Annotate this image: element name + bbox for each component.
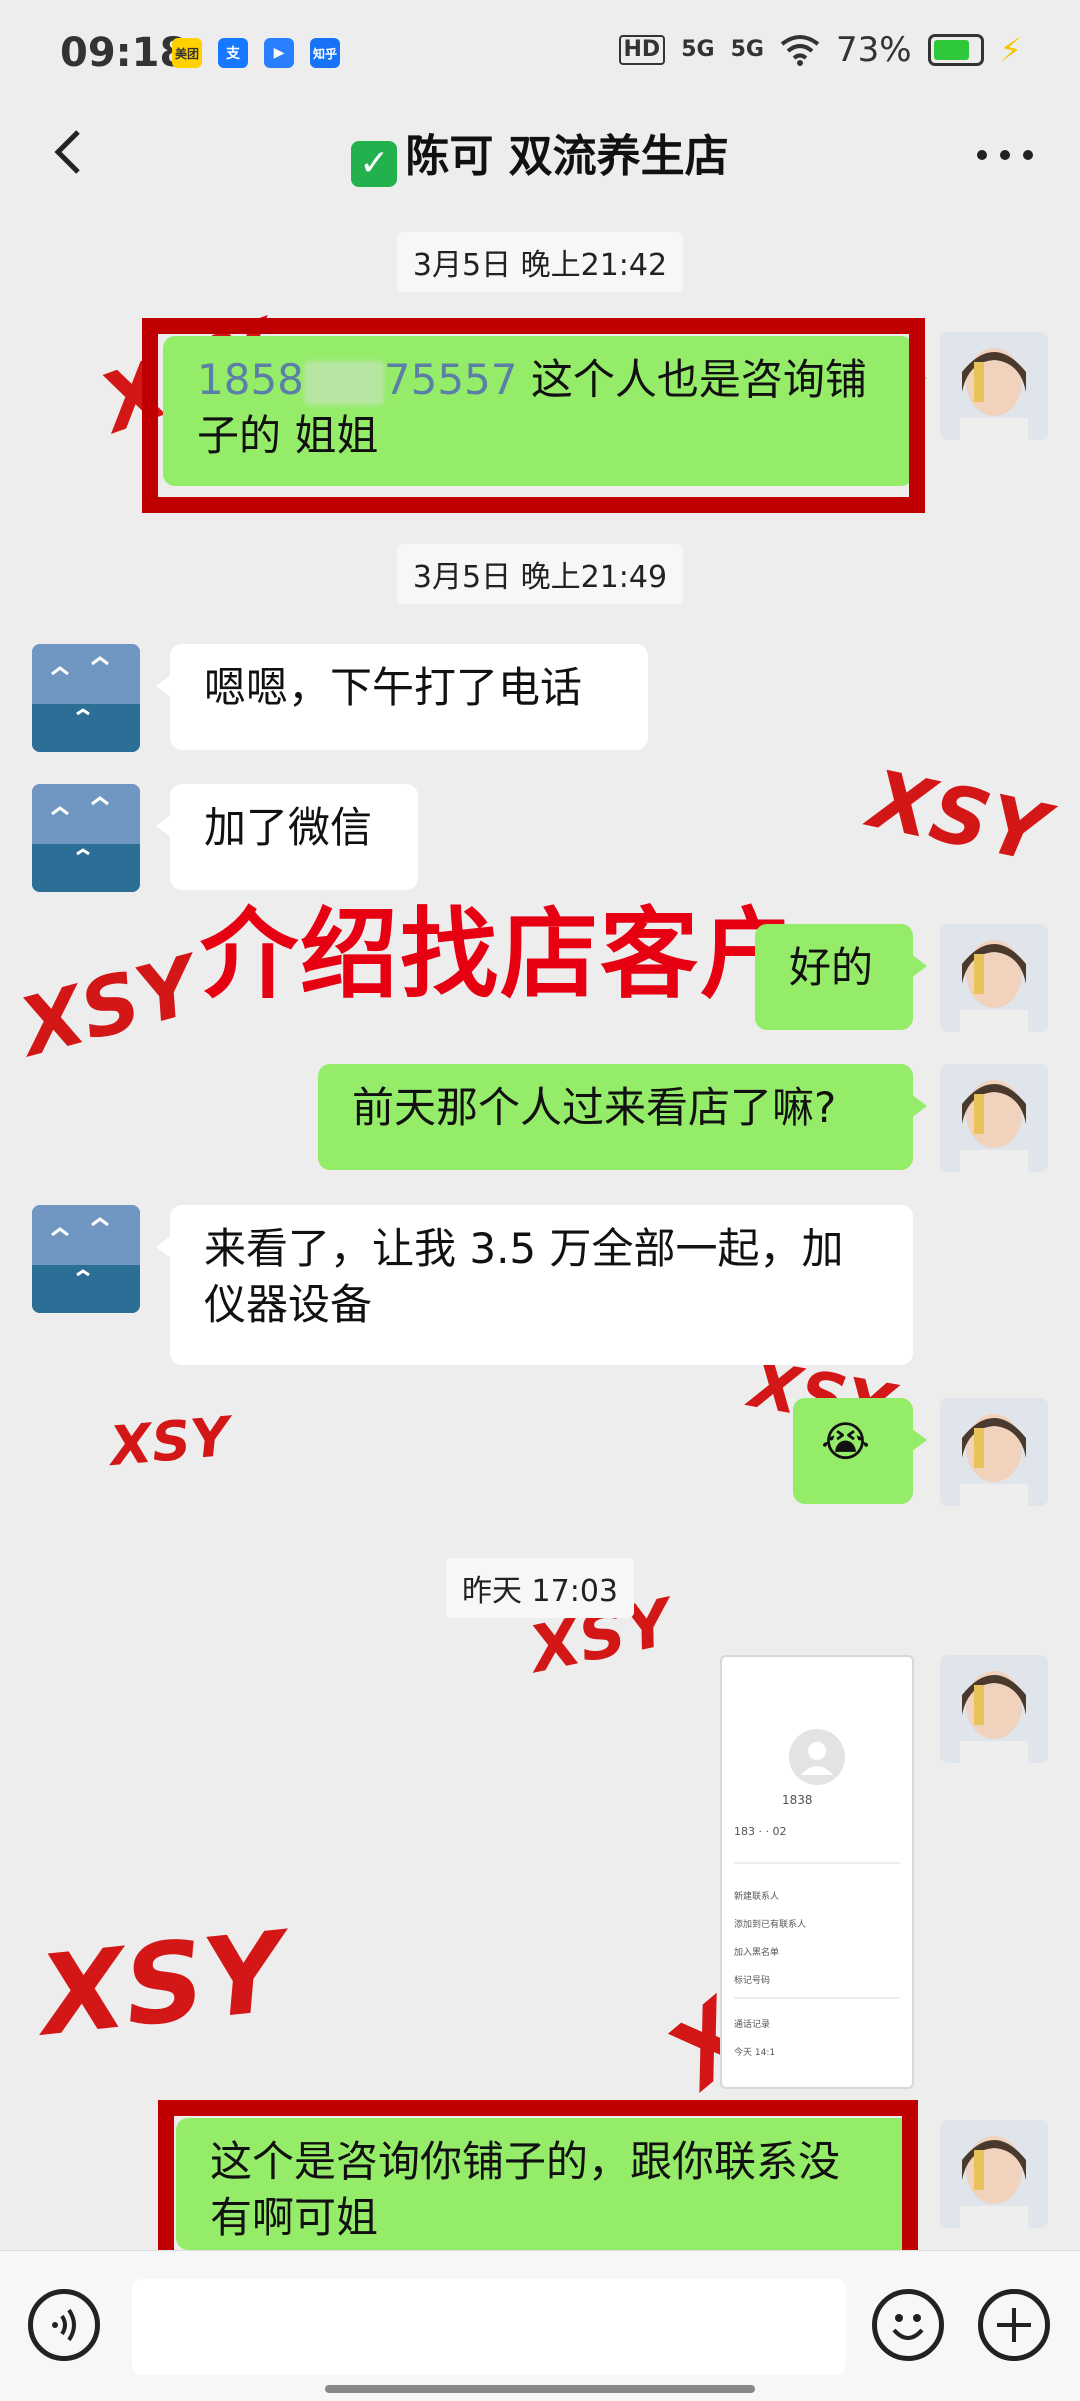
- avatar-portrait-icon: [940, 1064, 1048, 1172]
- watermark: XSY: [10, 938, 207, 1075]
- timestamp: 3月5日 晚上21:42: [396, 232, 684, 292]
- emoji-icon: [892, 2314, 924, 2340]
- watermark: XSY: [107, 1404, 233, 1479]
- wifi-icon: [780, 35, 820, 66]
- avatar-portrait-icon: [940, 2120, 1048, 2228]
- screenshot-menu-item: 标记号码: [734, 1976, 771, 1986]
- plus-icon: [997, 2308, 1031, 2342]
- meituan-icon: 美团: [172, 38, 202, 68]
- avatar-me[interactable]: [940, 332, 1048, 440]
- message-bubble[interactable]: 前天那个人过来看店了嘛?: [318, 1064, 927, 1170]
- emoji-message[interactable]: 😭: [793, 1398, 927, 1504]
- signal-5g-icon-2: 5G: [730, 37, 764, 62]
- avatar-portrait-icon: [940, 332, 1048, 440]
- zhihu-icon: 知乎: [310, 38, 340, 68]
- status-bar: 09:18 美团 支 ▶ 知乎 HD 5G 5G 73% ⚡: [0, 0, 1080, 100]
- message-bubble[interactable]: 好的: [755, 924, 927, 1030]
- avatar-other[interactable]: [32, 784, 140, 892]
- screenshot-menu-item: 加入黑名单: [734, 1948, 780, 1958]
- hd-icon: HD: [618, 35, 666, 65]
- voice-icon: [52, 2308, 76, 2342]
- screenshot-number: 1838: [782, 1793, 813, 1807]
- charging-icon: ⚡: [999, 31, 1022, 69]
- check-icon: ✓: [351, 141, 398, 187]
- screenshot-menu-item: 添加到已有联系人: [734, 1920, 807, 1930]
- battery-fill: [933, 40, 969, 60]
- avatar-me[interactable]: [940, 2120, 1048, 2228]
- contact-avatar-icon: [789, 1729, 845, 1785]
- avatar-me[interactable]: [940, 924, 1048, 1032]
- avatar-seagulls-icon: [32, 1205, 140, 1313]
- avatar-portrait-icon: [940, 924, 1048, 1032]
- more-icon[interactable]: [970, 130, 1040, 180]
- system-indicators: HD 5G 5G 73% ⚡: [618, 30, 1022, 70]
- screenshot-number-2: 183 · · 02: [734, 1825, 787, 1838]
- message-bubble[interactable]: 来看了，让我 3.5 万全部一起，加仪器设备: [156, 1205, 913, 1365]
- screenshot-recent-item: 今天 14:1: [734, 2048, 776, 2058]
- emoji-button[interactable]: [872, 2289, 944, 2361]
- avatar-me[interactable]: [940, 1655, 1048, 1763]
- timestamp: 3月5日 晚上21:49: [396, 544, 684, 604]
- input-bar: [0, 2250, 1080, 2401]
- screenshot-recent-label: 通话记录: [734, 2020, 771, 2030]
- message-input[interactable]: [132, 2279, 846, 2375]
- avatar-me[interactable]: [940, 1398, 1048, 1506]
- chat-title: ✓ 陈可 双流养生店: [0, 120, 1080, 187]
- alipay-icon: 支: [218, 38, 248, 68]
- app-icon: ▶: [264, 38, 294, 68]
- watermark: XSY: [33, 1907, 290, 2061]
- image-message[interactable]: 1838 183 · · 02 新建联系人 添加到已有联系人 加入黑名单 标记号…: [720, 1655, 914, 2089]
- screenshot-menu-item: 新建联系人: [734, 1892, 780, 1902]
- message-bubble[interactable]: 嗯嗯，下午打了电话: [156, 644, 648, 750]
- home-indicator: [325, 2385, 755, 2393]
- battery-percent: 73%: [835, 30, 912, 70]
- avatar-portrait-icon: [940, 1398, 1048, 1506]
- battery-icon: [927, 34, 984, 66]
- notification-icons: 美团 支 ▶ 知乎: [172, 38, 340, 68]
- clock: 09:18: [60, 30, 188, 76]
- signal-5g-icon: 5G: [681, 37, 715, 62]
- overlay-caption: 介绍找店客户: [200, 898, 801, 1012]
- timestamp: 昨天 17:03: [446, 1558, 634, 1618]
- avatar-me[interactable]: [940, 1064, 1048, 1172]
- chat-header: ✓ 陈可 双流养生店: [0, 100, 1080, 200]
- avatar-other[interactable]: [32, 1205, 140, 1313]
- avatar-portrait-icon: [940, 1655, 1048, 1763]
- voice-button[interactable]: [28, 2289, 100, 2361]
- avatar-seagulls-icon: [32, 644, 140, 752]
- highlight-box: [158, 2100, 918, 2268]
- add-button[interactable]: [978, 2289, 1050, 2361]
- avatar-other[interactable]: [32, 644, 140, 752]
- avatar-seagulls-icon: [32, 784, 140, 892]
- highlight-box: [142, 318, 925, 513]
- watermark: XSY: [862, 752, 1055, 881]
